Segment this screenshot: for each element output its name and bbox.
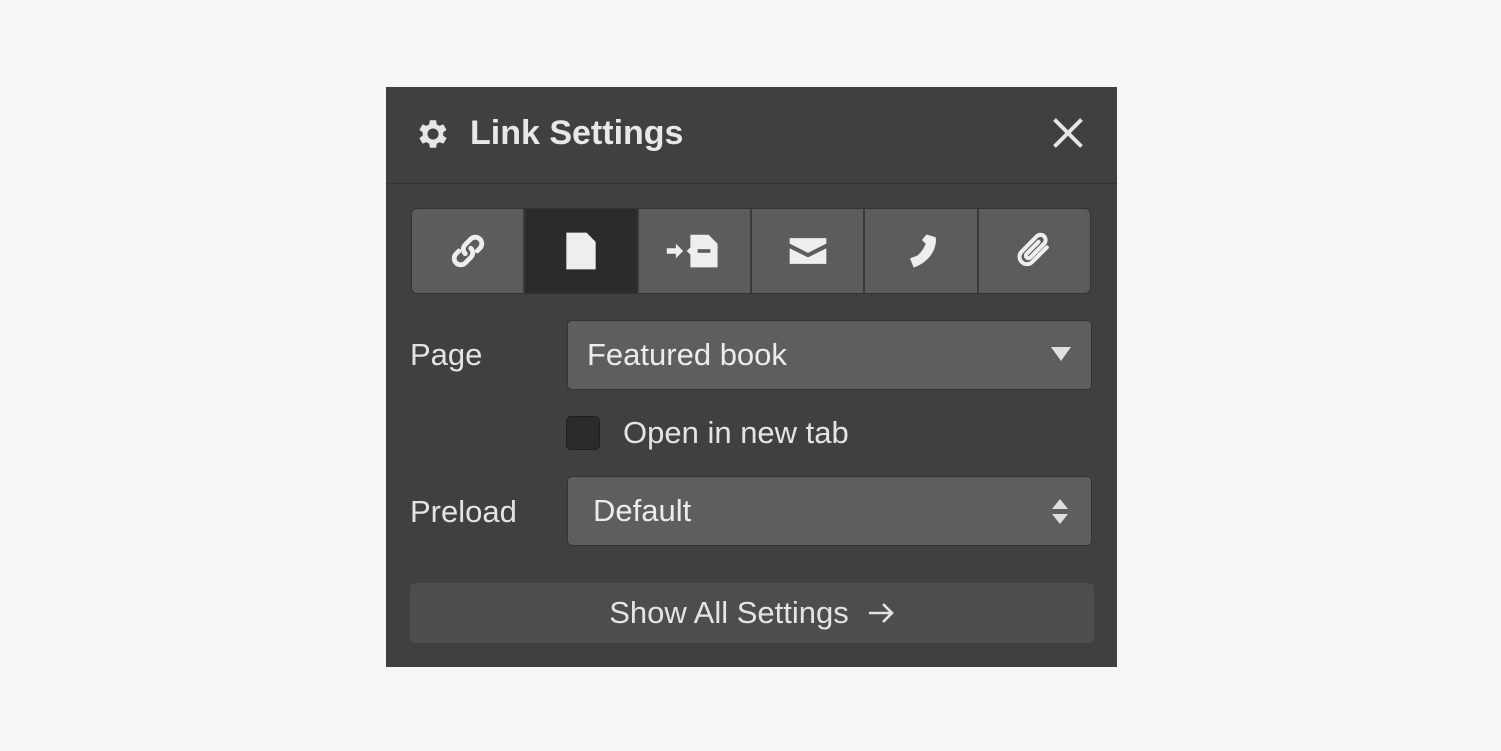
page-select[interactable]: Featured book — [567, 320, 1092, 390]
page-label: Page — [410, 337, 483, 372]
updown-arrows-icon — [1052, 499, 1068, 524]
link-settings-panel: Link Settings Page Featured book Open in… — [386, 87, 1117, 667]
link-icon — [451, 234, 484, 268]
section-arrow-icon — [667, 234, 718, 268]
show-all-settings-button[interactable]: Show All Settings — [410, 583, 1094, 643]
open-new-tab-checkbox[interactable] — [566, 416, 600, 450]
chevron-down-icon — [1051, 347, 1071, 361]
preload-select[interactable]: Default — [567, 476, 1092, 546]
tab-page[interactable] — [525, 209, 639, 293]
panel-header: Link Settings — [386, 87, 1117, 184]
page-select-value: Featured book — [587, 337, 787, 372]
page-icon — [566, 232, 596, 270]
show-all-settings-label: Show All Settings — [609, 595, 849, 630]
paperclip-icon — [1017, 232, 1050, 267]
tab-email[interactable] — [752, 209, 866, 293]
tab-url[interactable] — [412, 209, 526, 293]
close-icon[interactable] — [1050, 115, 1086, 151]
gear-icon — [419, 120, 447, 148]
open-new-tab-label: Open in new tab — [623, 415, 849, 450]
email-icon — [789, 238, 826, 264]
phone-icon — [909, 234, 936, 268]
preload-label: Preload — [410, 494, 517, 529]
tab-page-section[interactable] — [639, 209, 752, 293]
tab-phone[interactable] — [865, 209, 979, 293]
panel-title: Link Settings — [470, 114, 684, 152]
arrow-right-icon — [868, 603, 894, 623]
link-type-tabs — [411, 208, 1091, 294]
preload-select-value: Default — [593, 493, 692, 528]
tab-file[interactable] — [979, 209, 1090, 293]
